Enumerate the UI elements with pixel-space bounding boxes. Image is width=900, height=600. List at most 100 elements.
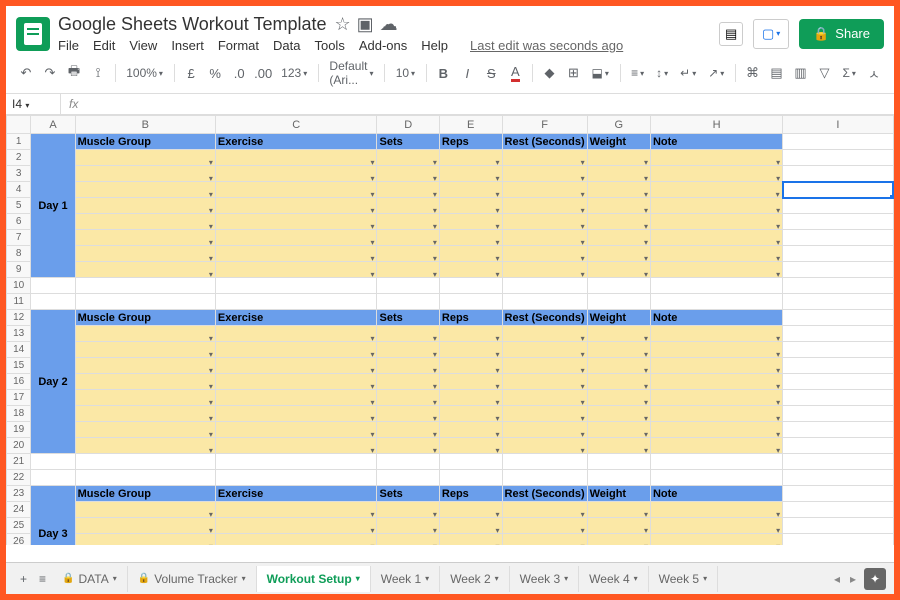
data-cell[interactable] bbox=[502, 422, 587, 438]
data-cell[interactable] bbox=[215, 534, 377, 546]
data-cell[interactable] bbox=[502, 438, 587, 454]
cell[interactable] bbox=[783, 230, 893, 246]
share-button[interactable]: 🔒 Share bbox=[799, 19, 884, 49]
sheet-tab[interactable]: Week 5▾ bbox=[649, 566, 718, 592]
present-button[interactable]: ▢▾ bbox=[753, 19, 789, 49]
row-header[interactable]: 14 bbox=[7, 342, 31, 358]
data-cell[interactable] bbox=[377, 502, 439, 518]
data-cell[interactable] bbox=[215, 374, 377, 390]
data-cell[interactable] bbox=[215, 502, 377, 518]
cell[interactable] bbox=[783, 502, 893, 518]
data-cell[interactable] bbox=[439, 518, 502, 534]
data-cell[interactable] bbox=[650, 374, 782, 390]
data-cell[interactable] bbox=[75, 390, 215, 406]
cell[interactable] bbox=[31, 294, 75, 310]
data-cell[interactable] bbox=[377, 534, 439, 546]
data-cell[interactable] bbox=[75, 230, 215, 246]
cell[interactable] bbox=[650, 454, 782, 470]
data-cell[interactable] bbox=[215, 166, 377, 182]
cell[interactable] bbox=[439, 470, 502, 486]
menu-data[interactable]: Data bbox=[273, 38, 300, 53]
cell[interactable] bbox=[650, 278, 782, 294]
data-cell[interactable] bbox=[215, 438, 377, 454]
cell[interactable] bbox=[783, 294, 893, 310]
col-header-H[interactable]: H bbox=[650, 116, 782, 134]
spreadsheet-grid[interactable]: ABCDEFGHI1Day 1Muscle GroupExerciseSetsR… bbox=[6, 115, 894, 545]
data-cell[interactable] bbox=[587, 182, 650, 198]
cell[interactable] bbox=[783, 470, 893, 486]
data-cell[interactable] bbox=[215, 230, 377, 246]
data-cell[interactable] bbox=[215, 150, 377, 166]
data-cell[interactable] bbox=[439, 534, 502, 546]
col-header-G[interactable]: G bbox=[587, 116, 650, 134]
text-color-icon[interactable]: A bbox=[505, 62, 525, 84]
number-format-dropdown[interactable]: 123▾ bbox=[277, 64, 311, 82]
data-cell[interactable] bbox=[650, 358, 782, 374]
undo-icon[interactable]: ↶ bbox=[16, 62, 36, 84]
tab-next-icon[interactable]: ▸ bbox=[850, 572, 856, 586]
data-cell[interactable] bbox=[439, 438, 502, 454]
data-cell[interactable] bbox=[650, 326, 782, 342]
comment-history-icon[interactable]: ▤ bbox=[719, 22, 743, 46]
data-cell[interactable] bbox=[215, 406, 377, 422]
cell[interactable] bbox=[31, 470, 75, 486]
data-cell[interactable] bbox=[439, 390, 502, 406]
selected-cell[interactable] bbox=[783, 182, 893, 198]
cell[interactable] bbox=[75, 278, 215, 294]
doc-title[interactable]: Google Sheets Workout Template bbox=[58, 14, 327, 35]
functions-dropdown[interactable]: Σ▾ bbox=[839, 64, 860, 82]
chevron-down-icon[interactable]: ▾ bbox=[564, 574, 568, 583]
data-cell[interactable] bbox=[587, 422, 650, 438]
data-cell[interactable] bbox=[377, 406, 439, 422]
menu-format[interactable]: Format bbox=[218, 38, 259, 53]
row-header[interactable]: 10 bbox=[7, 278, 31, 294]
row-header[interactable]: 7 bbox=[7, 230, 31, 246]
data-cell[interactable] bbox=[587, 502, 650, 518]
menu-help[interactable]: Help bbox=[421, 38, 448, 53]
name-box[interactable]: I4 ▾ bbox=[6, 94, 61, 114]
row-header[interactable]: 21 bbox=[7, 454, 31, 470]
insert-chart-icon[interactable]: ▥ bbox=[791, 62, 811, 84]
row-header[interactable]: 17 bbox=[7, 390, 31, 406]
row-header[interactable]: 26 bbox=[7, 534, 31, 546]
data-cell[interactable] bbox=[377, 422, 439, 438]
increase-decimal-icon[interactable]: .00 bbox=[253, 62, 273, 84]
data-cell[interactable] bbox=[377, 150, 439, 166]
cell[interactable] bbox=[783, 486, 893, 502]
star-icon[interactable]: ☆ bbox=[335, 14, 351, 35]
row-header[interactable]: 20 bbox=[7, 438, 31, 454]
data-cell[interactable] bbox=[650, 198, 782, 214]
print-icon[interactable]: 🖶 bbox=[64, 62, 84, 84]
data-cell[interactable] bbox=[75, 502, 215, 518]
data-cell[interactable] bbox=[75, 150, 215, 166]
cell[interactable] bbox=[783, 278, 893, 294]
row-header[interactable]: 9 bbox=[7, 262, 31, 278]
data-cell[interactable] bbox=[502, 150, 587, 166]
data-cell[interactable] bbox=[502, 246, 587, 262]
data-cell[interactable] bbox=[650, 422, 782, 438]
data-cell[interactable] bbox=[377, 166, 439, 182]
cell[interactable] bbox=[587, 294, 650, 310]
data-cell[interactable] bbox=[650, 534, 782, 546]
font-dropdown[interactable]: Default (Ari...▾ bbox=[325, 57, 377, 89]
text-rotation-dropdown[interactable]: ↗▾ bbox=[704, 64, 728, 82]
data-cell[interactable] bbox=[215, 214, 377, 230]
insert-comment-icon[interactable]: ▤ bbox=[767, 62, 787, 84]
data-cell[interactable] bbox=[377, 246, 439, 262]
col-header-I[interactable]: I bbox=[783, 116, 893, 134]
row-header[interactable]: 13 bbox=[7, 326, 31, 342]
data-cell[interactable] bbox=[75, 326, 215, 342]
cell[interactable] bbox=[31, 454, 75, 470]
menu-file[interactable]: File bbox=[58, 38, 79, 53]
cell[interactable] bbox=[783, 310, 893, 326]
col-header-C[interactable]: C bbox=[215, 116, 377, 134]
row-header[interactable]: 18 bbox=[7, 406, 31, 422]
row-header[interactable]: 3 bbox=[7, 166, 31, 182]
data-cell[interactable] bbox=[377, 326, 439, 342]
bold-icon[interactable]: B bbox=[433, 62, 453, 84]
data-cell[interactable] bbox=[650, 150, 782, 166]
data-cell[interactable] bbox=[502, 518, 587, 534]
data-cell[interactable] bbox=[587, 326, 650, 342]
cell[interactable] bbox=[75, 294, 215, 310]
menu-add-ons[interactable]: Add-ons bbox=[359, 38, 407, 53]
